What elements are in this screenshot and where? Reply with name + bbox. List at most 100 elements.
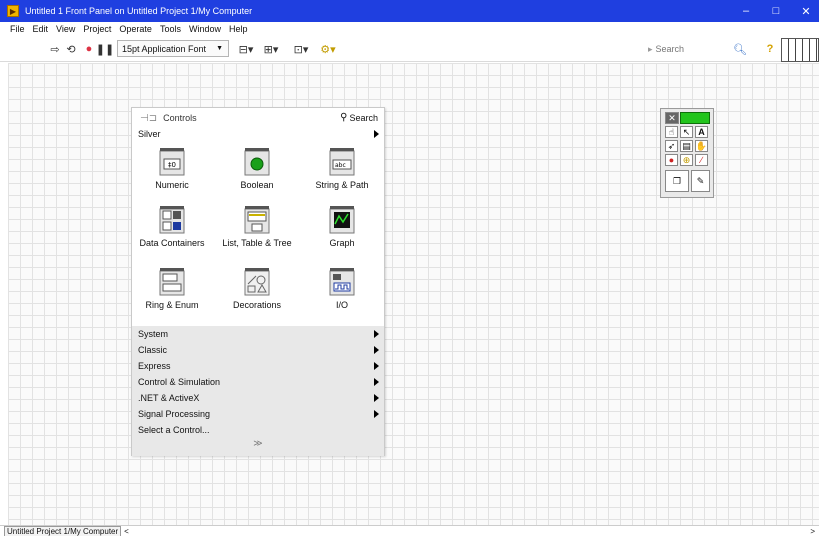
palette-item-data-containers[interactable]: Data Containers — [132, 206, 212, 261]
palette-item-decorations[interactable]: Decorations — [217, 268, 297, 323]
resize-objects-icon[interactable]: ⊡▾ — [291, 42, 311, 56]
scroll-hand-icon[interactable]: ✋ — [695, 140, 708, 152]
subpalette-label: System — [138, 329, 169, 339]
probe-icon[interactable]: ⊕ — [680, 154, 693, 166]
data-containers-icon — [159, 206, 185, 234]
set-color-icon[interactable]: ✎ — [691, 170, 710, 192]
subpalette-label: Express — [138, 361, 171, 371]
subpalette-express[interactable]: Express — [132, 358, 384, 374]
submenu-arrow-icon — [374, 378, 379, 386]
run-arrow-icon[interactable]: ⇨ — [48, 42, 62, 56]
svg-text:‡0: ‡0 — [168, 161, 176, 169]
palette-item-label: Graph — [329, 238, 355, 248]
subpalette-label: .NET & ActiveX — [138, 393, 200, 403]
run-continuously-icon[interactable]: ⟲ — [64, 42, 78, 56]
palette-item-string-path[interactable]: abc String & Path — [302, 148, 382, 203]
title-bar: ▶ Untitled 1 Front Panel on Untitled Pro… — [0, 0, 819, 22]
breakpoint-icon[interactable]: ● — [665, 154, 678, 166]
object-shortcut-icon[interactable]: ▤ — [680, 140, 693, 152]
palette-item-graph[interactable]: Graph — [302, 206, 382, 261]
scroll-right-icon[interactable]: > — [810, 527, 815, 536]
palette-item-label: I/O — [335, 300, 348, 310]
subpalette-label: Signal Processing — [138, 409, 211, 419]
connect-wire-icon[interactable]: ➶ — [665, 140, 678, 152]
menu-file[interactable]: File — [10, 24, 25, 34]
maximize-button[interactable]: □ — [761, 0, 791, 22]
menu-bar: File Edit View Project Operate Tools Win… — [0, 22, 819, 36]
palette-item-label: Data Containers — [139, 238, 205, 248]
reorder-icon[interactable]: ⚙▾ — [319, 42, 337, 56]
search-input[interactable]: ▸ Search — [648, 42, 770, 56]
pin-icon[interactable]: ⊣⊐ — [140, 113, 157, 124]
status-bar: Untitled Project 1/My Computer < > — [0, 525, 819, 536]
auto-tool-indicator[interactable] — [680, 112, 710, 124]
menu-project[interactable]: Project — [83, 24, 111, 34]
scroll-left-icon[interactable]: < — [124, 527, 129, 536]
tools-palette: ✕ ☝ ↖ A ➶ ▤ ✋ ● ⊕ ∕ ❐ ✎ — [660, 108, 714, 198]
pause-icon[interactable]: ❚❚ — [96, 42, 114, 56]
palette-item-numeric[interactable]: ‡0 Numeric — [132, 148, 212, 203]
palette-item-label: String & Path — [315, 180, 369, 190]
minimize-button[interactable]: – — [731, 0, 761, 22]
position-tool-icon[interactable]: ↖ — [680, 126, 693, 138]
close-button[interactable]: ✕ — [791, 0, 819, 22]
menu-edit[interactable]: Edit — [33, 24, 49, 34]
boolean-icon — [244, 148, 270, 176]
subpalette-system[interactable]: System — [132, 326, 384, 342]
auto-tool-icon[interactable]: ✕ — [665, 112, 679, 124]
select-a-control[interactable]: Select a Control... — [132, 422, 384, 438]
graph-icon — [329, 206, 355, 234]
menu-window[interactable]: Window — [189, 24, 221, 34]
palette-category-silver[interactable]: Silver — [132, 127, 384, 141]
list-table-tree-icon — [244, 206, 270, 234]
palette-item-label: Numeric — [155, 180, 189, 190]
palette-title: Controls — [163, 113, 197, 123]
color-box-icon[interactable]: ❐ — [665, 170, 689, 192]
submenu-arrow-icon — [374, 346, 379, 354]
palette-item-io[interactable]: I/O — [302, 268, 382, 323]
font-select[interactable]: 15pt Application Font ▼ — [117, 40, 229, 57]
labview-app-icon: ▶ — [7, 5, 19, 17]
subpalette-list: System Classic Express Control & Simulat… — [132, 326, 384, 456]
io-icon — [329, 268, 355, 296]
menu-tools[interactable]: Tools — [160, 24, 181, 34]
palette-search-label: Search — [349, 112, 378, 123]
connector-pane-icon[interactable] — [781, 38, 819, 62]
subpalette-control-simulation[interactable]: Control & Simulation — [132, 374, 384, 390]
menu-view[interactable]: View — [56, 24, 75, 34]
menu-help[interactable]: Help — [229, 24, 248, 34]
subpalette-classic[interactable]: Classic — [132, 342, 384, 358]
get-color-icon[interactable]: ∕ — [695, 154, 708, 166]
string-path-icon: abc — [329, 148, 355, 176]
align-objects-icon[interactable]: ⊟▾ — [237, 42, 255, 56]
project-context-label[interactable]: Untitled Project 1/My Computer — [4, 525, 122, 536]
expand-palette-icon[interactable]: ≫ — [132, 438, 384, 449]
operate-value-icon[interactable]: ☝ — [665, 126, 678, 138]
distribute-objects-icon[interactable]: ⊞▾ — [262, 42, 280, 56]
submenu-arrow-icon — [374, 330, 379, 338]
subpalette-label: Control & Simulation — [138, 377, 221, 387]
search-caret-icon: ▸ — [648, 43, 653, 54]
subpalette-signal-processing[interactable]: Signal Processing — [132, 406, 384, 422]
subpalette-dotnet-activex[interactable]: .NET & ActiveX — [132, 390, 384, 406]
search-icon: ⚲ — [340, 112, 348, 123]
submenu-arrow-icon — [374, 410, 379, 418]
search-icon[interactable]: 🔍︎ — [733, 42, 747, 56]
submenu-arrow-icon — [374, 130, 379, 138]
palette-item-label: Decorations — [232, 300, 282, 310]
menu-operate[interactable]: Operate — [119, 24, 152, 34]
abort-icon[interactable]: ● — [82, 42, 96, 56]
palette-item-boolean[interactable]: Boolean — [217, 148, 297, 203]
subpalette-label: Select a Control... — [138, 425, 210, 435]
help-icon[interactable]: ? — [765, 42, 775, 56]
edit-text-icon[interactable]: A — [695, 126, 708, 138]
numeric-icon: ‡0 — [159, 148, 185, 176]
palette-item-ring-enum[interactable]: Ring & Enum — [132, 268, 212, 323]
palette-item-list-table-tree[interactable]: List, Table & Tree — [217, 206, 297, 261]
palette-item-label: Boolean — [240, 180, 274, 190]
ring-enum-icon — [159, 268, 185, 296]
palette-search-button[interactable]: ⚲ Search — [340, 110, 378, 125]
subpalette-label: Classic — [138, 345, 168, 355]
toolbar: ⇨ ⟲ ● ❚❚ 15pt Application Font ▼ ⊟▾ ⊞▾ ⊡… — [0, 36, 819, 62]
svg-text:abc: abc — [335, 162, 346, 169]
